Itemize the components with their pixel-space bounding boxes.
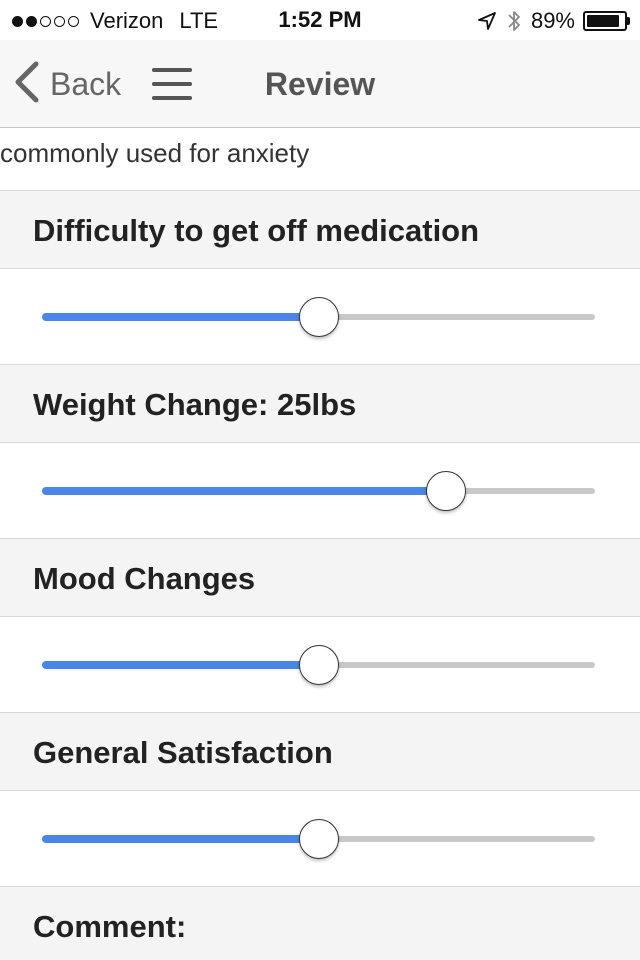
section-label: General Satisfaction [33, 735, 333, 770]
comment-label: Comment: [33, 909, 187, 944]
slider-row-difficulty [0, 269, 640, 365]
battery-icon [583, 11, 630, 31]
description-row: commonly used for anxiety [0, 128, 640, 191]
section-label: Difficulty to get off medication [33, 213, 480, 248]
slider-fill [42, 661, 319, 669]
section-label: Weight Change: 25lbs [33, 387, 357, 422]
slider-thumb[interactable] [298, 819, 339, 859]
navigation-bar: Back Review [0, 40, 640, 128]
slider-thumb[interactable] [425, 471, 466, 511]
bluetooth-icon [507, 9, 521, 33]
section-header-comment: Comment: [0, 887, 640, 960]
mood-changes-slider[interactable] [42, 645, 595, 685]
general-satisfaction-slider[interactable] [42, 819, 595, 859]
slider-row-mood-changes [0, 617, 640, 713]
slider-fill [42, 313, 319, 321]
slider-fill [42, 835, 319, 843]
description-text: commonly used for anxiety [0, 138, 310, 168]
slider-row-general-satisfaction [0, 791, 640, 887]
weight-change-slider[interactable] [42, 471, 595, 511]
section-header-difficulty: Difficulty to get off medication [0, 191, 640, 269]
slider-thumb[interactable] [298, 297, 339, 337]
location-arrow-icon [477, 11, 497, 31]
difficulty-slider[interactable] [42, 297, 595, 337]
battery-percent: 89% [530, 8, 575, 33]
section-header-mood-changes: Mood Changes [0, 539, 640, 617]
section-header-weight-change: Weight Change: 25lbs [0, 365, 640, 443]
status-bar: Verizon LTE 1:52 PM 89% [0, 0, 640, 40]
section-header-general-satisfaction: General Satisfaction [0, 713, 640, 791]
status-right: 89% [477, 7, 630, 35]
slider-fill [42, 487, 446, 495]
page-title: Review [264, 66, 376, 102]
slider-thumb[interactable] [298, 645, 339, 685]
slider-row-weight-change [0, 443, 640, 539]
section-label: Mood Changes [33, 561, 256, 596]
